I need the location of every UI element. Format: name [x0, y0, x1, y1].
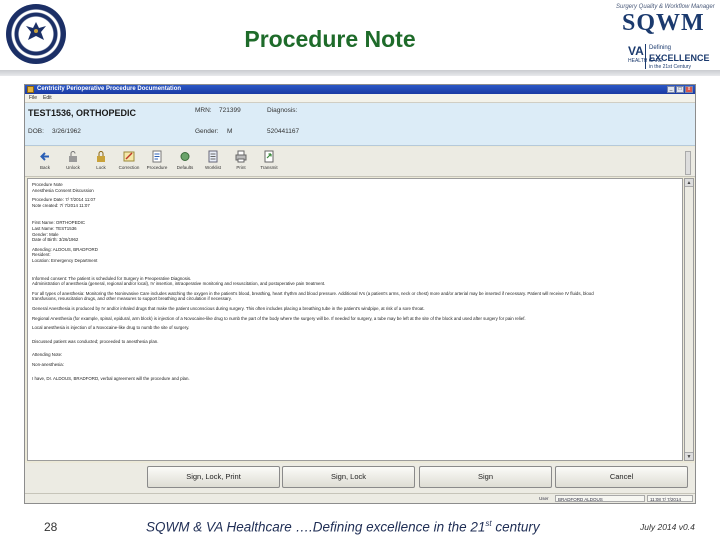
back-button[interactable]: Back: [31, 149, 59, 175]
va-wordmark: VA: [628, 44, 644, 58]
document-line: Local anesthesia is injection of a Novoc…: [32, 325, 190, 331]
print-button[interactable]: Print: [227, 149, 255, 175]
user-name: BRADFORD ALDOUS: [555, 495, 645, 502]
procedure-label: Procedure: [146, 165, 168, 170]
close-button[interactable]: x: [685, 86, 693, 93]
lock-button[interactable]: Lock: [87, 149, 115, 175]
procedure-button[interactable]: Procedure: [143, 149, 171, 175]
worklist-button[interactable]: Worklist: [199, 149, 227, 175]
document-line: Date of Birth: 3/26/1962: [32, 237, 79, 243]
status-bar: User BRADFORD ALDOUS 11:08 7/ 7/2014: [25, 493, 695, 503]
minimize-button[interactable]: _: [667, 86, 675, 93]
header-divider: [0, 70, 720, 76]
worklist-icon: [208, 150, 218, 163]
back-label: Back: [39, 165, 50, 170]
unlock-label: Unlock: [66, 165, 80, 170]
window-title: Centricity Perioperative Procedure Docum…: [37, 86, 182, 92]
window-controls: _ □ x: [667, 86, 693, 93]
document-line: First Name: ORTHOPEDIC: [32, 220, 86, 226]
document-line: Procedure Date: 7/ 7/2014 11:07: [32, 197, 96, 203]
menu-edit[interactable]: Edit: [43, 95, 52, 101]
document-line: Informed consent: The patient is schedul…: [32, 275, 192, 281]
footer-text-start: SQWM & VA Healthcare ….Defining excellen…: [146, 519, 486, 535]
document-line: Location: Emergency Department: [32, 258, 98, 263]
status-timestamp: 11:08 7/ 7/2014: [647, 495, 693, 502]
document-line: Last Name: TEST1536: [32, 226, 77, 231]
app-icon: [27, 86, 34, 93]
action-button-row: Sign, Lock, Print Sign, Lock Sign Cancel: [25, 463, 695, 493]
procedure-note-document[interactable]: Procedure Note Anesthesia Consent Discuss…: [27, 178, 683, 461]
document-line: Non-anesthesia:: [32, 362, 64, 367]
logo-divider: [645, 44, 646, 69]
sign-lock-print-button[interactable]: Sign, Lock, Print: [147, 466, 280, 488]
user-label: User: [539, 496, 549, 501]
scroll-down-button[interactable]: ▼: [685, 452, 693, 460]
lock-label: Lock: [96, 165, 106, 170]
footer-date-version: July 2014 v0.4: [640, 522, 695, 532]
document-line: For all types of anesthesia: Monitoring …: [32, 290, 594, 296]
defaults-label: Defaults: [176, 165, 194, 170]
sqwm-logo: Surgery Quality & Workflow Manager SQWM …: [612, 2, 716, 72]
footer-tagline: SQWM & VA Healthcare ….Defining excellen…: [146, 519, 540, 535]
menu-bar: File Edit: [25, 94, 695, 103]
dob-label: DOB:: [28, 128, 44, 135]
transmit-icon: [264, 150, 274, 163]
procedure-documentation-window: Centricity Perioperative Procedure Docum…: [24, 84, 696, 504]
toolbar: Back Unlock Lock Correction Procedure De…: [25, 147, 695, 177]
footer-text-end: century: [491, 519, 540, 535]
patient-name: TEST1536, ORTHOPEDIC: [28, 108, 137, 118]
document-line: General Anesthesia is produced by IV and…: [32, 306, 425, 311]
lock-icon: [97, 151, 105, 162]
transmit-button[interactable]: Transmit: [255, 149, 283, 175]
diagnosis-label: Diagnosis:: [267, 107, 298, 114]
cancel-button[interactable]: Cancel: [555, 466, 688, 488]
procedure-icon: [152, 150, 162, 163]
unlock-icon: [69, 151, 77, 162]
unlock-button[interactable]: Unlock: [59, 149, 87, 175]
patient-banner: TEST1536, ORTHOPEDIC DOB: 3/26/1962 MRN:…: [25, 103, 695, 146]
excellence-label: EXCELLENCE: [649, 53, 710, 63]
defaults-icon: [180, 152, 190, 161]
slide-header: Procedure Note Surgery Quality & Workflo…: [0, 0, 720, 80]
defaults-button[interactable]: Defaults: [171, 149, 199, 175]
document-line: I have, Dr. ALDOUS, BRADFORD, verbal agr…: [32, 375, 190, 381]
menu-file[interactable]: File: [29, 95, 37, 101]
page-number: 28: [44, 520, 58, 534]
document-line: Regional Anesthesia (for example, spinal…: [32, 315, 526, 321]
print-label: Print: [236, 165, 246, 170]
scroll-up-button[interactable]: ▲: [685, 179, 693, 187]
transmit-label: Transmit: [260, 165, 278, 170]
mrn-value: 721399: [219, 107, 241, 114]
document-line: Gender: Male: [32, 231, 59, 237]
document-line: Note created: 7/ 7/2014 11:07: [32, 202, 90, 208]
document-line: Resident:: [32, 252, 51, 258]
slide-title: Procedure Note: [244, 26, 416, 52]
worklist-label: Worklist: [205, 165, 221, 170]
sign-button[interactable]: Sign: [419, 466, 552, 488]
maximize-button[interactable]: □: [676, 86, 684, 93]
document-line: Administration of anesthesia (general, r…: [32, 281, 326, 287]
correction-button[interactable]: Correction: [115, 149, 143, 175]
correction-label: Correction: [118, 165, 140, 170]
document-line: Procedure Note: [32, 182, 63, 187]
document-line: Anesthesia Consent Discussion: [32, 187, 94, 193]
window-titlebar[interactable]: Centricity Perioperative Procedure Docum…: [25, 85, 695, 94]
back-arrow-icon: [40, 152, 49, 161]
dob-value: 3/26/1962: [52, 128, 81, 135]
mrn-label: MRN:: [195, 107, 212, 114]
toolbar-scrollbar[interactable]: [685, 151, 691, 175]
gender-value: M: [227, 128, 233, 135]
document-line: Attending: ALDOUS, BRADFORD: [32, 246, 98, 252]
print-icon: [235, 150, 247, 163]
gender-label: Gender:: [195, 128, 219, 135]
diagnosis-code: 520441167: [267, 128, 300, 135]
document-scrollbar[interactable]: ▲ ▼: [684, 178, 694, 461]
document-line: Attending Note:: [32, 352, 63, 358]
defining-label: Defining: [649, 45, 672, 51]
document-line: transfusions, resuscitation drugs, and o…: [32, 296, 232, 302]
sign-lock-button[interactable]: Sign, Lock: [282, 466, 415, 488]
document-line: Discussed patient was conducted; proceed…: [32, 338, 159, 344]
sqwm-wordmark: SQWM: [622, 10, 705, 36]
correction-icon: [123, 151, 135, 162]
